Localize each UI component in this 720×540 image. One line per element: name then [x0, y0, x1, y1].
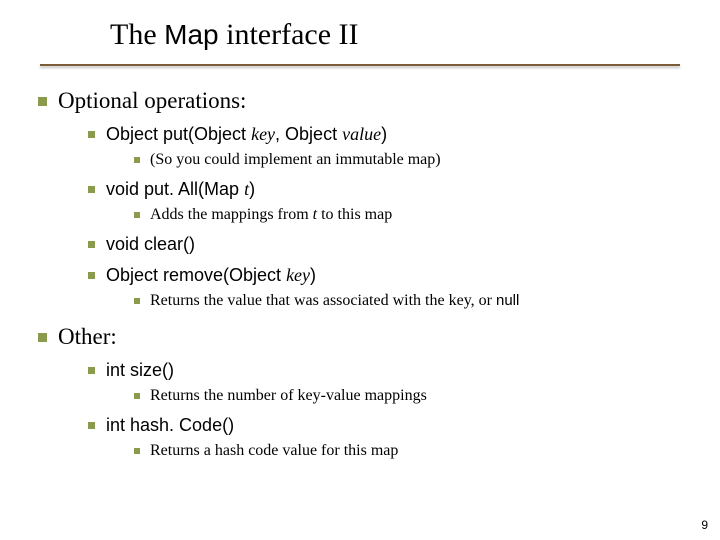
item-hashcode: int hash. Code() Returns a hash code val… — [106, 415, 680, 460]
bullet-icon — [38, 333, 47, 342]
bullet-icon — [134, 448, 140, 454]
bullet-icon — [38, 97, 47, 106]
bullet-icon — [88, 367, 95, 374]
bullet-icon — [88, 422, 95, 429]
bullet-icon — [88, 272, 95, 279]
section-label: Other: — [58, 324, 117, 349]
note: Returns the number of key-value mappings — [150, 387, 680, 405]
slide-title: The Map interface II — [110, 18, 680, 52]
title-pre: The — [110, 18, 164, 51]
bullet-icon — [88, 131, 95, 138]
item-put: Object put(Object key, Object value) (So… — [106, 124, 680, 169]
page-number: 9 — [701, 518, 708, 532]
note: Returns the value that was associated wi… — [150, 292, 680, 310]
bullet-icon — [134, 298, 140, 304]
method-signature: Object put(Object key, Object value) — [106, 124, 387, 144]
method-signature: void put. All(Map t) — [106, 179, 255, 199]
title-underline — [40, 64, 680, 66]
item-size: int size() Returns the number of key-val… — [106, 360, 680, 405]
method-signature: int hash. Code() — [106, 415, 234, 435]
item-putall: void put. All(Map t) Adds the mappings f… — [106, 179, 680, 224]
note-text: Adds the mappings from t to this map — [150, 206, 392, 223]
item-remove: Object remove(Object key) Returns the va… — [106, 265, 680, 310]
note-text: Returns the value that was associated wi… — [150, 292, 519, 309]
bullet-icon — [134, 393, 140, 399]
section-optional: Optional operations: Object put(Object k… — [58, 88, 680, 310]
note: Adds the mappings from t to this map — [150, 206, 680, 224]
method-signature: int size() — [106, 360, 174, 380]
method-signature: void clear() — [106, 234, 195, 254]
bullet-icon — [134, 157, 140, 163]
bullet-icon — [134, 212, 140, 218]
note: (So you could implement an immutable map… — [150, 151, 680, 169]
method-signature: Object remove(Object key) — [106, 265, 316, 285]
note-text: Returns the number of key-value mappings — [150, 387, 427, 404]
note: Returns a hash code value for this map — [150, 442, 680, 460]
bullet-icon — [88, 186, 95, 193]
title-mono: Map — [164, 19, 218, 50]
bullet-icon — [88, 241, 95, 248]
note-text: Returns a hash code value for this map — [150, 442, 398, 459]
title-post: interface II — [219, 18, 359, 51]
section-label: Optional operations: — [58, 88, 246, 113]
note-text: (So you could implement an immutable map… — [150, 151, 441, 168]
content-list: Optional operations: Object put(Object k… — [40, 88, 680, 460]
section-other: Other: int size() Returns the number of … — [58, 324, 680, 460]
item-clear: void clear() — [106, 234, 680, 255]
slide-root: The Map interface II Optional operations… — [0, 0, 720, 540]
